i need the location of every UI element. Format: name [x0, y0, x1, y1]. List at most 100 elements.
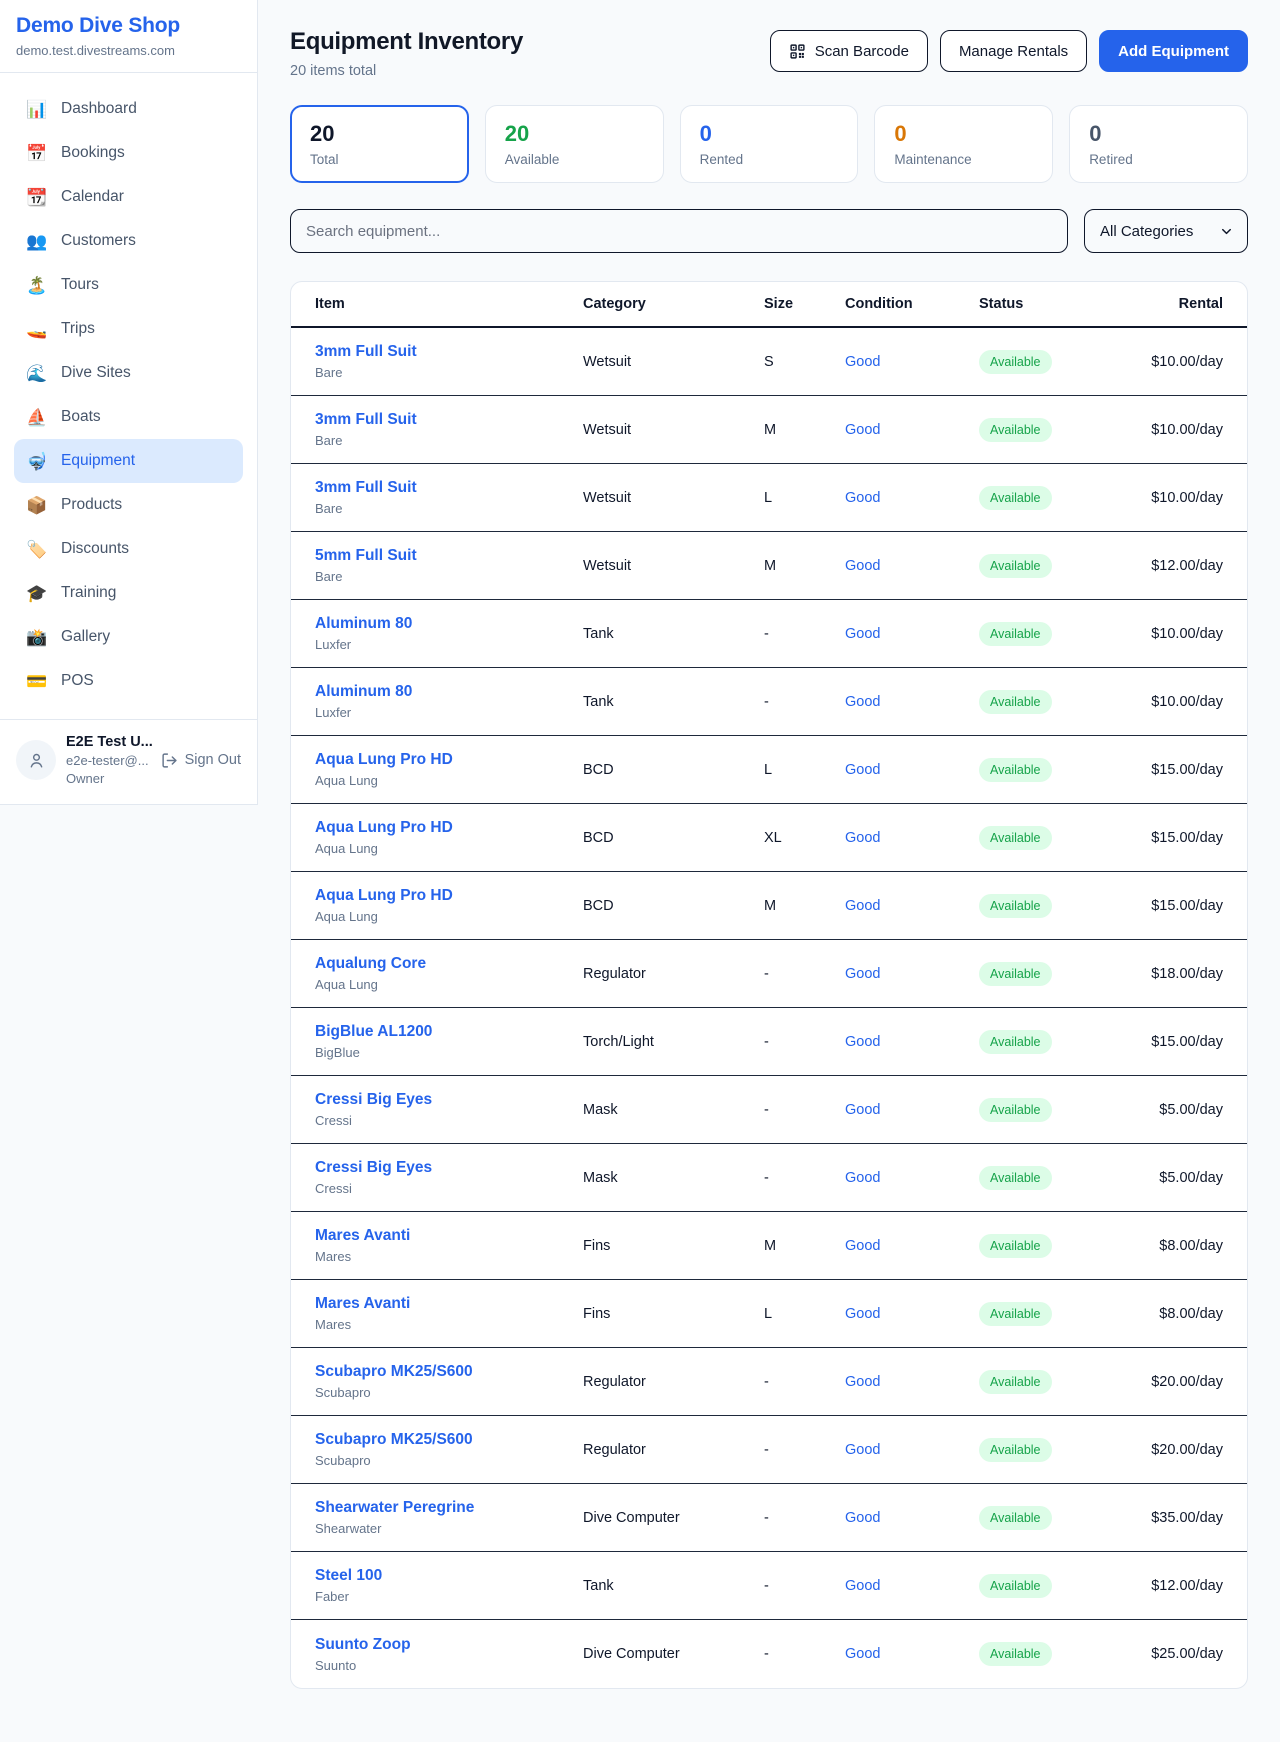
sidebar-item[interactable]: 👥 Customers [14, 219, 243, 263]
status-cell: Available [979, 350, 1129, 374]
sidebar-item[interactable]: 🚤 Trips [14, 307, 243, 351]
table-row[interactable]: Scubapro MK25/S600 Scubapro Regulator - … [291, 1416, 1247, 1484]
condition-link[interactable]: Good [845, 626, 979, 642]
condition-link[interactable]: Good [845, 1034, 979, 1050]
add-equipment-button[interactable]: Add Equipment [1099, 30, 1248, 72]
table-row[interactable]: 3mm Full Suit Bare Wetsuit M Good Availa… [291, 396, 1247, 464]
rental-cell: $20.00/day [1129, 1442, 1223, 1458]
sidebar-item[interactable]: 🏝️ Tours [14, 263, 243, 307]
sidebar-item[interactable]: 📅 Bookings [14, 131, 243, 175]
main-content: Equipment Inventory 20 items total Scan … [258, 0, 1280, 1719]
category-cell: Wetsuit [583, 354, 764, 370]
item-name-link[interactable]: 3mm Full Suit [315, 411, 583, 429]
sidebar-item[interactable]: 📊 Dashboard [14, 87, 243, 131]
stat-card[interactable]: 20 Available [485, 105, 664, 183]
table-row[interactable]: Aqualung Core Aqua Lung Regulator - Good… [291, 940, 1247, 1008]
item-name-link[interactable]: Cressi Big Eyes [315, 1091, 583, 1109]
sidebar-item[interactable]: 🎓 Training [14, 571, 243, 615]
stat-label: Available [505, 152, 644, 167]
condition-link[interactable]: Good [845, 830, 979, 846]
table-row[interactable]: Aqua Lung Pro HD Aqua Lung BCD M Good Av… [291, 872, 1247, 940]
table-row[interactable]: 3mm Full Suit Bare Wetsuit S Good Availa… [291, 328, 1247, 396]
stat-card[interactable]: 0 Maintenance [874, 105, 1053, 183]
size-cell: - [764, 1170, 845, 1186]
condition-link[interactable]: Good [845, 1578, 979, 1594]
table-row[interactable]: Aqua Lung Pro HD Aqua Lung BCD L Good Av… [291, 736, 1247, 804]
sidebar-item[interactable]: 🌊 Dive Sites [14, 351, 243, 395]
item-name-link[interactable]: Cressi Big Eyes [315, 1159, 583, 1177]
search-input[interactable] [290, 209, 1068, 253]
sidebar-item-label: Discounts [61, 540, 129, 558]
condition-link[interactable]: Good [845, 1306, 979, 1322]
sidebar-item[interactable]: 🤿 Equipment [14, 439, 243, 483]
table-row[interactable]: Steel 100 Faber Tank - Good Available $1… [291, 1552, 1247, 1620]
table-row[interactable]: 5mm Full Suit Bare Wetsuit M Good Availa… [291, 532, 1247, 600]
table-row[interactable]: BigBlue AL1200 BigBlue Torch/Light - Goo… [291, 1008, 1247, 1076]
condition-link[interactable]: Good [845, 1170, 979, 1186]
condition-link[interactable]: Good [845, 1102, 979, 1118]
stat-card[interactable]: 0 Retired [1069, 105, 1248, 183]
item-cell: Scubapro MK25/S600 Scubapro [315, 1363, 583, 1400]
column-header-item: Item [315, 296, 583, 312]
sidebar-item[interactable]: ⛵ Boats [14, 395, 243, 439]
item-name-link[interactable]: BigBlue AL1200 [315, 1023, 583, 1041]
item-name-link[interactable]: 3mm Full Suit [315, 479, 583, 497]
sidebar-item[interactable]: 📦 Products [14, 483, 243, 527]
condition-link[interactable]: Good [845, 1238, 979, 1254]
table-row[interactable]: Cressi Big Eyes Cressi Mask - Good Avail… [291, 1076, 1247, 1144]
sidebar-item[interactable]: 💳 POS [14, 659, 243, 703]
item-name-link[interactable]: Aqualung Core [315, 955, 583, 973]
category-cell: Wetsuit [583, 490, 764, 506]
item-name-link[interactable]: Aluminum 80 [315, 615, 583, 633]
scan-barcode-button[interactable]: Scan Barcode [770, 30, 928, 72]
item-name-link[interactable]: Aqua Lung Pro HD [315, 887, 583, 905]
item-name-link[interactable]: Aluminum 80 [315, 683, 583, 701]
item-name-link[interactable]: Scubapro MK25/S600 [315, 1431, 583, 1449]
table-row[interactable]: Suunto Zoop Suunto Dive Computer - Good … [291, 1620, 1247, 1688]
condition-link[interactable]: Good [845, 1442, 979, 1458]
item-name-link[interactable]: Suunto Zoop [315, 1636, 583, 1654]
table-row[interactable]: Cressi Big Eyes Cressi Mask - Good Avail… [291, 1144, 1247, 1212]
table-row[interactable]: Aqua Lung Pro HD Aqua Lung BCD XL Good A… [291, 804, 1247, 872]
condition-link[interactable]: Good [845, 490, 979, 506]
table-row[interactable]: Scubapro MK25/S600 Scubapro Regulator - … [291, 1348, 1247, 1416]
table-row[interactable]: Aluminum 80 Luxfer Tank - Good Available… [291, 668, 1247, 736]
manage-rentals-button[interactable]: Manage Rentals [940, 30, 1087, 72]
sidebar-item[interactable]: 🏷️ Discounts [14, 527, 243, 571]
item-name-link[interactable]: 5mm Full Suit [315, 547, 583, 565]
condition-link[interactable]: Good [845, 1646, 979, 1662]
condition-link[interactable]: Good [845, 966, 979, 982]
condition-link[interactable]: Good [845, 694, 979, 710]
condition-link[interactable]: Good [845, 558, 979, 574]
item-name-link[interactable]: Aqua Lung Pro HD [315, 751, 583, 769]
sign-out-button[interactable]: Sign Out [161, 752, 241, 769]
item-name-link[interactable]: Scubapro MK25/S600 [315, 1363, 583, 1381]
table-header-row: Item Category Size Condition Status Rent… [291, 282, 1247, 328]
stat-card[interactable]: 20 Total [290, 105, 469, 183]
status-badge: Available [979, 758, 1052, 782]
sidebar-item[interactable]: 📸 Gallery [14, 615, 243, 659]
item-name-link[interactable]: Mares Avanti [315, 1227, 583, 1245]
condition-link[interactable]: Good [845, 1510, 979, 1526]
stat-card[interactable]: 0 Rented [680, 105, 859, 183]
item-brand: Scubapro [315, 1453, 583, 1468]
table-row[interactable]: Aluminum 80 Luxfer Tank - Good Available… [291, 600, 1247, 668]
item-name-link[interactable]: 3mm Full Suit [315, 343, 583, 361]
condition-link[interactable]: Good [845, 422, 979, 438]
table-row[interactable]: Mares Avanti Mares Fins L Good Available… [291, 1280, 1247, 1348]
item-name-link[interactable]: Shearwater Peregrine [315, 1499, 583, 1517]
condition-link[interactable]: Good [845, 762, 979, 778]
status-cell: Available [979, 554, 1129, 578]
condition-link[interactable]: Good [845, 1374, 979, 1390]
table-row[interactable]: Mares Avanti Mares Fins M Good Available… [291, 1212, 1247, 1280]
item-name-link[interactable]: Steel 100 [315, 1567, 583, 1585]
sidebar-item[interactable]: 📆 Calendar [14, 175, 243, 219]
condition-link[interactable]: Good [845, 354, 979, 370]
item-name-link[interactable]: Mares Avanti [315, 1295, 583, 1313]
table-row[interactable]: Shearwater Peregrine Shearwater Dive Com… [291, 1484, 1247, 1552]
table-row[interactable]: 3mm Full Suit Bare Wetsuit L Good Availa… [291, 464, 1247, 532]
item-name-link[interactable]: Aqua Lung Pro HD [315, 819, 583, 837]
status-cell: Available [979, 1166, 1129, 1190]
category-select[interactable]: All Categories [1084, 209, 1248, 253]
condition-link[interactable]: Good [845, 898, 979, 914]
